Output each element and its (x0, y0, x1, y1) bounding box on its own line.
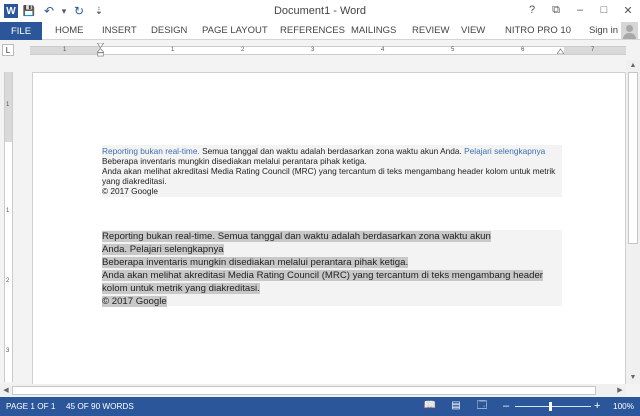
maximize-button[interactable]: □ (592, 0, 616, 20)
web-layout-icon[interactable]: 🗔 (475, 400, 489, 412)
zoom-slider[interactable] (515, 406, 591, 407)
word-count[interactable]: 45 OF 90 WORDS (66, 402, 134, 411)
tab-page-layout[interactable]: PAGE LAYOUT (202, 25, 268, 36)
pasted-block-formatted: Reporting bukan real-time. Semua tanggal… (102, 145, 562, 197)
ruler-tick: 4 (381, 47, 385, 53)
tab-home[interactable]: HOME (55, 25, 84, 36)
ruler-tick: 3 (311, 47, 315, 53)
ruler-tick: 3 (6, 348, 10, 354)
tab-review[interactable]: REVIEW (412, 25, 449, 36)
block2-line: Anda akan melihat akreditasi Media Ratin… (102, 270, 544, 281)
right-indent-marker[interactable] (557, 48, 564, 54)
ruler-tick: 1 (171, 47, 175, 53)
vertical-ruler[interactable]: 1 1 2 3 (4, 72, 13, 382)
first-line-indent-marker[interactable] (97, 43, 104, 57)
ruler-tick: 7 (591, 47, 595, 53)
scroll-down-icon[interactable]: ▼ (626, 372, 640, 384)
block2-line: Anda. Pelajari selengkapnya (102, 244, 224, 255)
zoom-slider-handle[interactable] (549, 402, 552, 411)
zoom-out-button[interactable]: – (503, 400, 509, 412)
print-layout-icon[interactable]: ▤ (449, 400, 463, 412)
avatar[interactable] (621, 22, 638, 39)
ruler-right-margin (564, 47, 626, 54)
tab-view[interactable]: VIEW (461, 25, 485, 36)
block2-line: Beberapa inventaris mungkin disediakan m… (102, 257, 409, 268)
tab-references[interactable]: REFERENCES (280, 25, 345, 36)
learn-more-link[interactable]: Pelajari selengkapnya (464, 146, 545, 156)
horizontal-scroll-thumb[interactable] (12, 386, 596, 395)
tab-selector[interactable]: L (2, 44, 14, 56)
help-icon[interactable]: ? (520, 0, 544, 20)
tab-mailings[interactable]: MAILINGS (351, 25, 396, 36)
status-bar: PAGE 1 OF 1 45 OF 90 WORDS 📖 ▤ 🗔 – + 100… (0, 397, 640, 416)
window-controls: ? ⧉ – □ ✕ (520, 0, 640, 20)
view-buttons: 📖 ▤ 🗔 (423, 400, 489, 412)
zoom-level[interactable]: 100% (613, 402, 634, 411)
tab-file[interactable]: FILE (0, 22, 42, 40)
minimize-button[interactable]: – (568, 0, 592, 20)
ruler-tick: 6 (521, 47, 525, 53)
block1-text: Semua tanggal dan waktu adalah berdasark… (199, 146, 465, 156)
sign-in-link[interactable]: Sign in (589, 25, 618, 36)
block1-line4: © 2017 Google (102, 186, 158, 196)
block2-line: kolom untuk metrik yang diakreditasi. (102, 283, 260, 294)
ruler-tick: 1 (63, 47, 67, 53)
block1-line1: Reporting bukan real-time. Semua tanggal… (102, 146, 562, 156)
scroll-left-icon[interactable]: ◀ (0, 384, 12, 397)
scroll-up-icon[interactable]: ▲ (626, 60, 640, 72)
vertical-scroll-thumb[interactable] (628, 72, 638, 244)
scroll-right-icon[interactable]: ▶ (614, 384, 626, 397)
horizontal-ruler-row: L 1 1 2 3 4 5 6 7 (0, 42, 640, 60)
block1-line2: Beberapa inventaris mungkin disediakan m… (102, 156, 367, 166)
ribbon-display-icon[interactable]: ⧉ (544, 0, 568, 20)
ruler-tick: 1 (6, 208, 10, 214)
read-mode-icon[interactable]: 📖 (423, 400, 437, 412)
ruler-tick: 2 (6, 278, 10, 284)
horizontal-scrollbar[interactable]: ◀ ▶ (0, 384, 626, 397)
ruler-tick: 1 (6, 102, 10, 108)
vertical-scrollbar[interactable]: ▲ ▼ (626, 60, 640, 384)
horizontal-ruler[interactable]: 1 1 2 3 4 5 6 7 (30, 46, 626, 55)
close-button[interactable]: ✕ (616, 0, 640, 20)
ruler-tick: 2 (241, 47, 245, 53)
title-bar: W 💾 ↶ ▾ ↻ ⇣ Document1 - Word ? ⧉ – □ ✕ (0, 0, 640, 22)
block1-line3: Anda akan melihat akreditasi Media Ratin… (102, 166, 556, 186)
document-page[interactable]: Reporting bukan real-time. Semua tanggal… (32, 72, 626, 392)
pasted-block-plain: Reporting bukan real-time. Semua tanggal… (102, 230, 562, 307)
tab-design[interactable]: DESIGN (151, 25, 187, 36)
tab-nitro-pro[interactable]: NITRO PRO 10 (505, 25, 571, 36)
ruler-tick: 5 (451, 47, 455, 53)
reporting-link[interactable]: Reporting bukan real-time. (102, 146, 200, 156)
zoom-in-button[interactable]: + (594, 400, 600, 412)
page-count[interactable]: PAGE 1 OF 1 (6, 402, 55, 411)
block2-line: © 2017 Google (102, 296, 167, 307)
ribbon-tabs: FILE HOME INSERT DESIGN PAGE LAYOUT REFE… (0, 22, 640, 40)
tab-insert[interactable]: INSERT (102, 25, 137, 36)
block2-line: Reporting bukan real-time. Semua tanggal… (102, 231, 491, 242)
